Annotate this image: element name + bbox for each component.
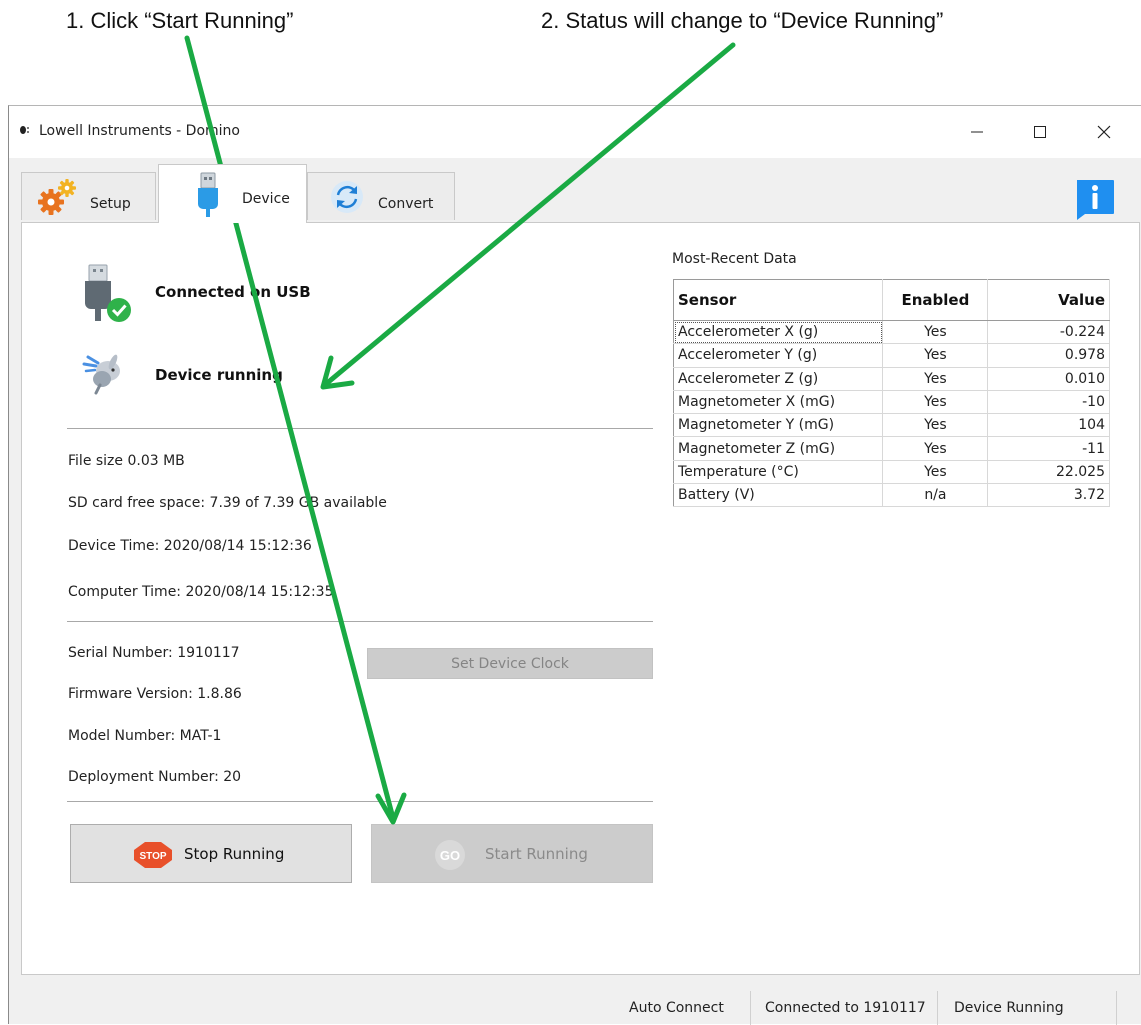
table-row[interactable]: Accelerometer X (g) Yes -0.224 — [673, 320, 1110, 345]
sensor-name-cell[interactable]: Accelerometer X (g) — [673, 320, 884, 345]
tab-device-label: Device — [242, 191, 290, 207]
column-header-enabled[interactable]: Enabled — [882, 279, 989, 321]
model-number: Model Number: MAT-1 — [68, 728, 222, 744]
stop-running-label: Stop Running — [184, 845, 285, 863]
status-bar: Auto Connect Connected to 1910117 Device… — [9, 991, 1141, 1025]
status-separator — [1116, 991, 1117, 1025]
enabled-cell[interactable]: Yes — [882, 436, 989, 461]
divider — [67, 428, 653, 429]
value-cell[interactable]: -0.224 — [987, 320, 1110, 345]
table-row[interactable]: Magnetometer Z (mG) Yes -11 — [673, 436, 1110, 461]
enabled-cell[interactable]: Yes — [882, 390, 989, 415]
app-logo-icon — [20, 126, 29, 134]
annotation-step-1: 1. Click “Start Running” — [66, 8, 294, 33]
value-cell[interactable]: -11 — [987, 436, 1110, 461]
sensor-name-cell[interactable]: Battery (V) — [673, 483, 884, 508]
value-cell[interactable]: 0.978 — [987, 343, 1110, 368]
status-separator — [937, 991, 938, 1025]
go-icon-text: GO — [440, 848, 460, 863]
enabled-cell[interactable]: Yes — [882, 367, 989, 391]
value-cell[interactable]: 3.72 — [987, 483, 1110, 508]
column-header-sensor[interactable]: Sensor — [673, 279, 884, 321]
enabled-cell[interactable]: Yes — [882, 343, 989, 368]
minimize-button[interactable] — [954, 114, 1000, 150]
enabled-cell[interactable]: Yes — [882, 320, 989, 345]
annotation-step-2: 2. Status will change to “Device Running… — [541, 8, 944, 33]
enabled-cell[interactable]: Yes — [882, 413, 989, 438]
sensor-name-cell[interactable]: Temperature (°C) — [673, 460, 884, 485]
value-cell[interactable]: 0.010 — [987, 367, 1110, 391]
maximize-icon — [1034, 126, 1046, 138]
table-row[interactable]: Temperature (°C) Yes 22.025 — [673, 460, 1110, 485]
value-cell[interactable]: -10 — [987, 390, 1110, 415]
table-row[interactable]: Accelerometer Y (g) Yes 0.978 — [673, 343, 1110, 368]
sensor-name-cell[interactable]: Magnetometer X (mG) — [673, 390, 884, 415]
go-icon: GO — [435, 840, 465, 870]
stop-sign-icon: STOP — [134, 842, 172, 868]
divider — [67, 621, 653, 622]
sensor-name-cell[interactable]: Magnetometer Y (mG) — [673, 413, 884, 438]
value-cell[interactable]: 104 — [987, 413, 1110, 438]
minimize-icon — [971, 131, 983, 133]
tab-convert[interactable]: Convert — [307, 172, 455, 220]
table-header-row: Sensor Enabled Value — [673, 279, 1110, 321]
column-header-value[interactable]: Value — [987, 279, 1110, 321]
deployment-number: Deployment Number: 20 — [68, 769, 242, 785]
info-icon[interactable] — [1074, 178, 1116, 220]
sensor-table: Sensor Enabled Value Accelerometer X (g)… — [673, 279, 1110, 508]
set-device-clock-button[interactable]: Set Device Clock — [367, 648, 653, 679]
sensor-name-cell[interactable]: Accelerometer Z (g) — [673, 367, 884, 391]
stop-running-button[interactable]: STOP Stop Running — [70, 824, 352, 883]
device-panel: Connected on USB Device running File siz… — [21, 222, 1140, 975]
maximize-button[interactable] — [1017, 114, 1063, 150]
firmware-version: Firmware Version: 1.8.86 — [68, 686, 242, 702]
recent-data-title: Most-Recent Data — [672, 251, 797, 267]
sensor-table-body: Accelerometer X (g) Yes -0.224 Acceleromete… — [673, 320, 1110, 508]
connection-status: Connected on USB — [155, 283, 311, 301]
table-row[interactable]: Battery (V) n/a 3.72 — [673, 483, 1110, 508]
sensor-name-cell[interactable]: Accelerometer Y (g) — [673, 343, 884, 368]
serial-number: Serial Number: 1910117 — [68, 645, 240, 661]
tab-bar: Setup Device Convert — [9, 158, 1141, 223]
table-row[interactable]: Accelerometer Z (g) Yes 0.010 — [673, 367, 1110, 391]
sensor-name-cell[interactable]: Magnetometer Z (mG) — [673, 436, 884, 461]
sd-card-space: SD card free space: 7.39 of 7.39 GB avai… — [68, 495, 387, 511]
usb-connected-icon — [85, 264, 131, 322]
connected-to-status: Connected to 1910117 — [765, 1000, 926, 1016]
value-cell[interactable]: 22.025 — [987, 460, 1110, 485]
run-status: Device running — [155, 366, 283, 384]
computer-time: Computer Time: 2020/08/14 15:12:35 — [68, 584, 334, 600]
stop-icon-text: STOP — [139, 851, 166, 862]
file-size: File size 0.03 MB — [68, 453, 185, 469]
status-separator — [750, 991, 751, 1025]
tab-setup-label: Setup — [90, 196, 131, 212]
tab-setup[interactable]: Setup — [21, 172, 156, 220]
auto-connect-status: Auto Connect — [629, 1000, 724, 1016]
running-rabbit-icon — [82, 354, 120, 395]
close-icon — [1097, 125, 1111, 139]
tab-convert-label: Convert — [378, 196, 434, 212]
table-row[interactable]: Magnetometer Y (mG) Yes 104 — [673, 413, 1110, 438]
gears-icon — [38, 179, 76, 215]
close-button[interactable] — [1081, 114, 1127, 150]
device-state-status: Device Running — [954, 1000, 1064, 1016]
usb-icon — [198, 172, 218, 217]
app-window: Lowell Instruments - Domino Setup Device… — [8, 105, 1141, 1025]
table-row[interactable]: Magnetometer X (mG) Yes -10 — [673, 390, 1110, 415]
convert-icon — [331, 181, 363, 213]
start-running-button[interactable]: GO Start Running — [371, 824, 653, 883]
divider — [67, 801, 653, 802]
device-time: Device Time: 2020/08/14 15:12:36 — [68, 538, 312, 554]
tab-device[interactable]: Device — [158, 164, 307, 223]
start-running-label: Start Running — [485, 845, 588, 863]
window-title: Lowell Instruments - Domino — [39, 123, 240, 139]
title-bar: Lowell Instruments - Domino — [9, 106, 1141, 158]
enabled-cell[interactable]: n/a — [882, 483, 989, 508]
enabled-cell[interactable]: Yes — [882, 460, 989, 485]
